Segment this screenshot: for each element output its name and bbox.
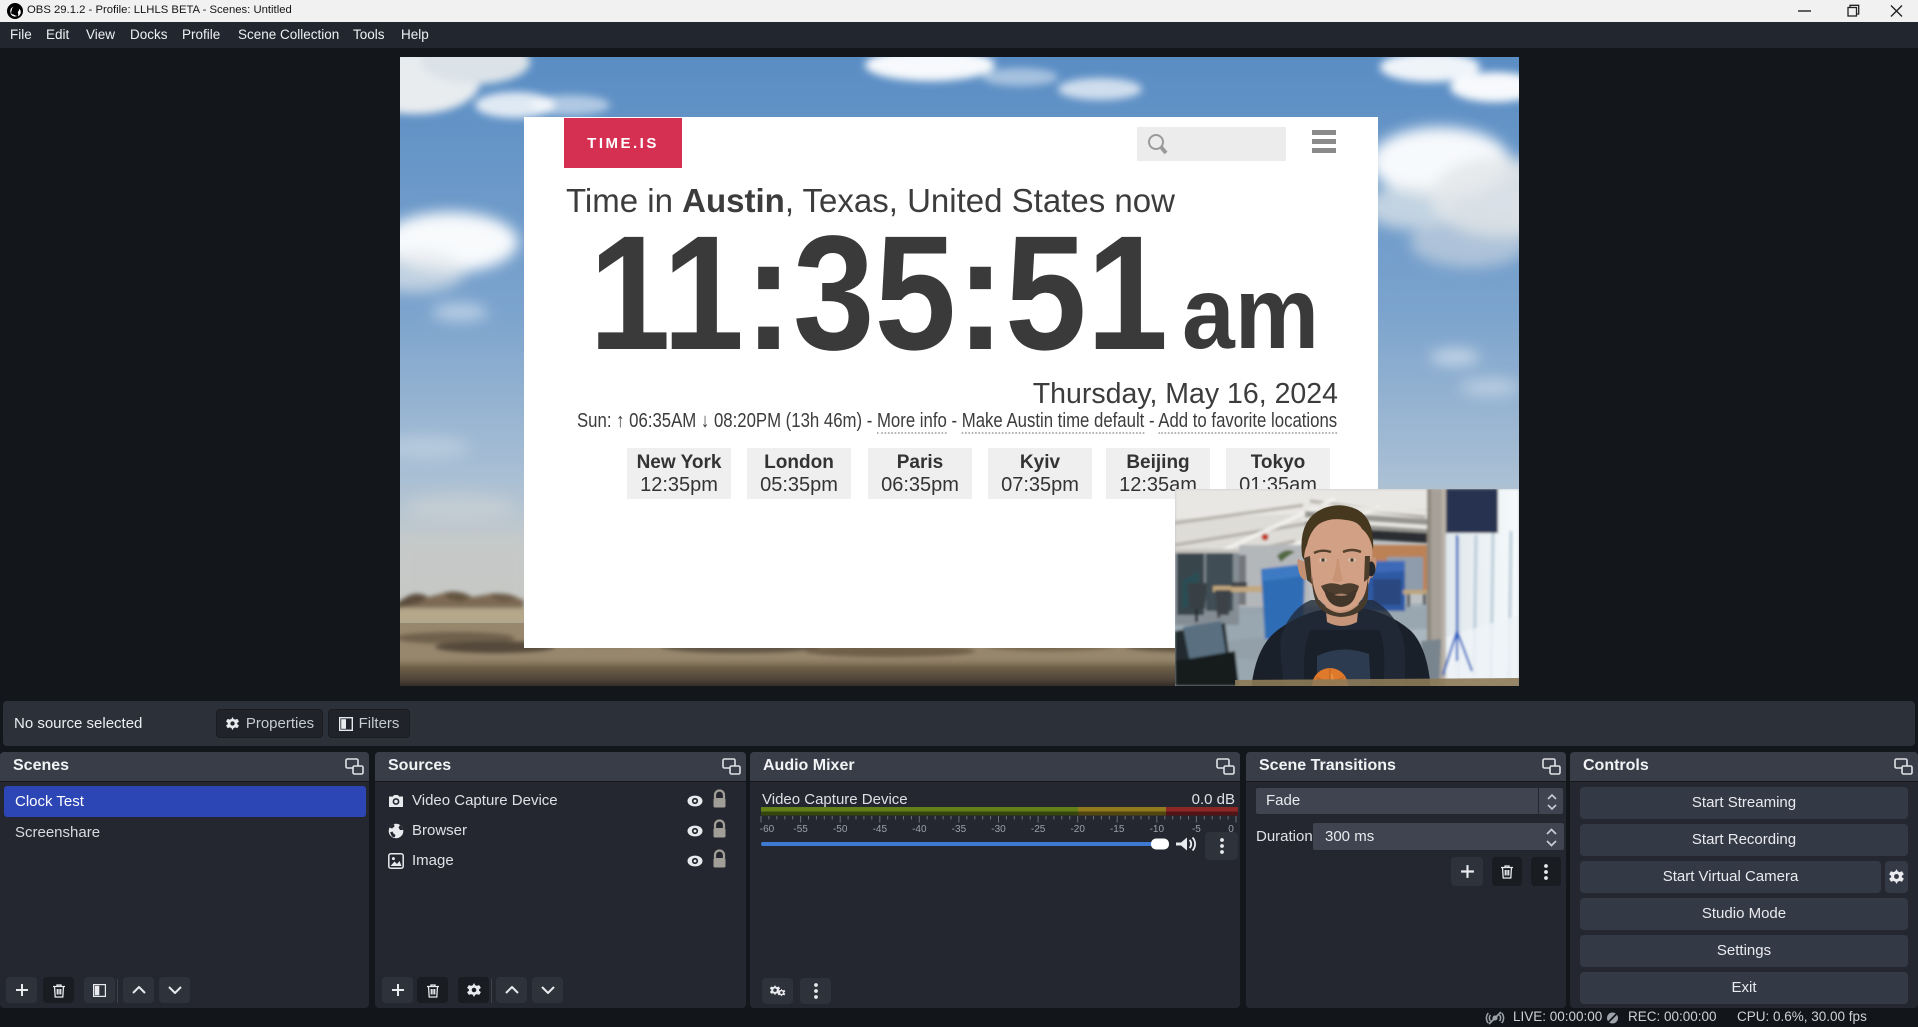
svg-text:-5: -5 (1192, 824, 1201, 835)
svg-text:-15: -15 (1110, 824, 1125, 835)
svg-text:-60: -60 (760, 824, 775, 835)
svg-text:-40: -40 (912, 824, 927, 835)
svg-text:-30: -30 (991, 824, 1006, 835)
svg-text:-45: -45 (873, 824, 888, 835)
svg-text:-50: -50 (833, 824, 848, 835)
svg-text:-10: -10 (1150, 824, 1165, 835)
svg-text:-35: -35 (952, 824, 967, 835)
svg-text:-25: -25 (1031, 824, 1046, 835)
svg-text:-55: -55 (793, 824, 808, 835)
svg-text:-20: -20 (1070, 824, 1085, 835)
